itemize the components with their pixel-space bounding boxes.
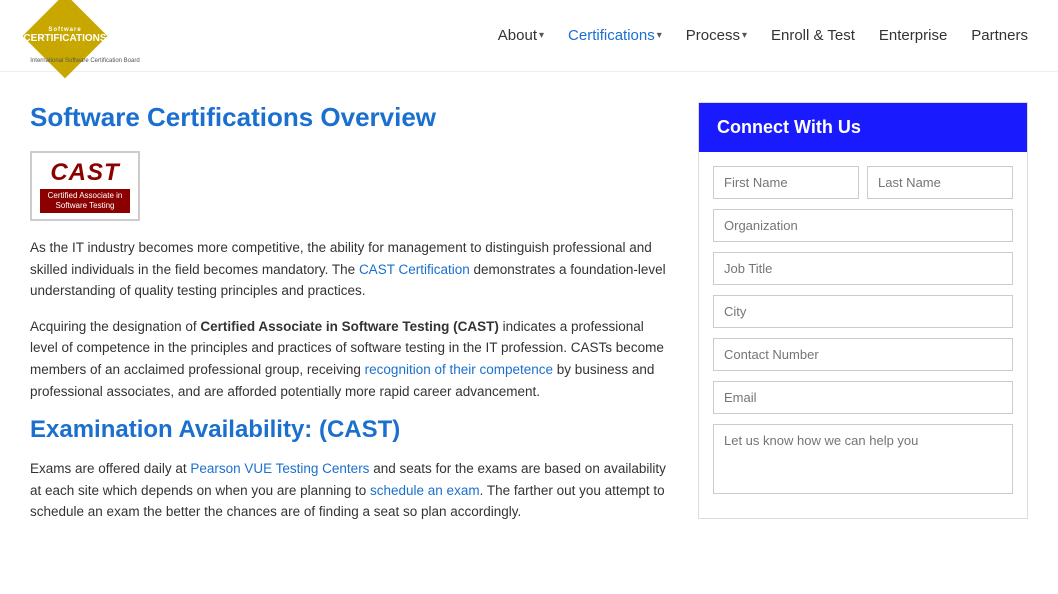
main-nav: About ▾ Certifications ▾ Process ▾ Enrol… [498,27,1028,44]
first-name-input[interactable] [713,166,859,199]
contact-form [699,152,1027,518]
nav-enroll-test[interactable]: Enroll & Test [771,27,855,44]
logo-subtitle: International Software Certification Boa… [30,58,140,64]
nav-about[interactable]: About ▾ [498,27,544,44]
nav-process[interactable]: Process ▾ [686,27,747,44]
section2-title: Examination Availability: (CAST) [30,416,668,444]
nav-certifications[interactable]: Certifications ▾ [568,27,662,44]
organization-row [713,209,1013,242]
main-container: Software Certifications Overview CAST Ce… [0,72,1058,537]
chevron-down-icon: ▾ [657,30,662,41]
message-row [713,424,1013,494]
name-row [713,166,1013,199]
nav-enterprise[interactable]: Enterprise [879,27,947,44]
email-row [713,381,1013,414]
contact-number-row [713,338,1013,371]
section2-text: Exams are offered daily at Pearson VUE T… [30,458,668,523]
site-header: Software CERTIFICATIONS International So… [0,0,1058,72]
paragraph-1: As the IT industry becomes more competit… [30,237,668,302]
email-input[interactable] [713,381,1013,414]
left-content: Software Certifications Overview CAST Ce… [30,102,668,537]
organization-input[interactable] [713,209,1013,242]
message-textarea[interactable] [713,424,1013,494]
connect-box: Connect With Us [698,102,1028,519]
job-title-input[interactable] [713,252,1013,285]
nav-partners[interactable]: Partners [971,27,1028,44]
city-row [713,295,1013,328]
cast-logo: CAST Certified Associate inSoftware Test… [30,151,140,221]
cast-subtitle: Certified Associate inSoftware Testing [40,189,130,214]
job-title-row [713,252,1013,285]
cast-acronym: CAST [50,159,119,187]
city-input[interactable] [713,295,1013,328]
logo[interactable]: Software CERTIFICATIONS International So… [30,6,140,66]
connect-header: Connect With Us [699,103,1027,152]
contact-number-input[interactable] [713,338,1013,371]
logo-line2: CERTIFICATIONS [23,33,106,44]
right-sidebar: Connect With Us [698,102,1028,537]
last-name-input[interactable] [867,166,1013,199]
chevron-down-icon: ▾ [742,30,747,41]
chevron-down-icon: ▾ [539,30,544,41]
paragraph-2: Acquiring the designation of Certified A… [30,316,668,402]
page-title: Software Certifications Overview [30,102,668,133]
